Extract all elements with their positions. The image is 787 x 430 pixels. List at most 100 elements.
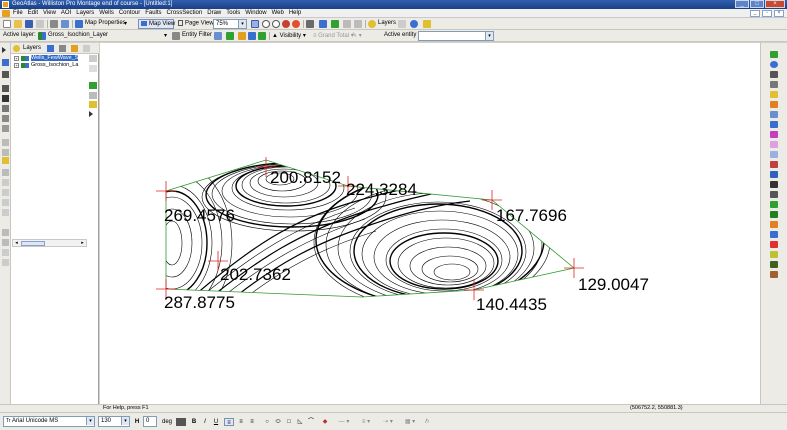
target-icon[interactable] [770, 71, 778, 78]
copy-icon[interactable] [61, 20, 69, 28]
triangle-icon[interactable] [770, 131, 778, 138]
well-marker-icon[interactable] [2, 115, 9, 122]
pan-icon[interactable] [282, 20, 290, 28]
scissor-icon[interactable] [2, 179, 9, 186]
map-view-button[interactable]: Map View [138, 19, 175, 29]
entity-filter-button[interactable]: Entity Filter [182, 32, 212, 38]
minimize-button[interactable]: _ [735, 0, 749, 8]
font-select[interactable]: Tr Arial Unicode MS ▾ [3, 416, 95, 427]
line-shape-button[interactable]: ⌒ [306, 418, 316, 426]
layer-up-icon[interactable] [89, 55, 97, 62]
well-marker[interactable] [156, 181, 176, 201]
wrench-icon[interactable] [770, 251, 778, 258]
zoom-window-icon[interactable] [251, 20, 259, 28]
brush-icon[interactable] [238, 32, 246, 40]
grand-total-button[interactable]: ≡ Grand Total ▾ [313, 32, 354, 39]
visibility-button[interactable]: ▲ Visibility ▾ [272, 32, 306, 39]
scroll-left-arrow[interactable]: ◂ [13, 240, 20, 246]
zoom-in-icon[interactable] [262, 20, 270, 28]
new-file-icon[interactable] [3, 20, 11, 28]
sun-icon[interactable] [770, 91, 778, 98]
layers-button[interactable]: Layers [378, 20, 396, 26]
chart-icon[interactable] [770, 81, 778, 88]
layer-settings-icon[interactable] [59, 45, 66, 52]
shape-icon[interactable] [248, 32, 256, 40]
eraser-icon[interactable] [2, 139, 9, 146]
table-icon[interactable] [398, 20, 406, 28]
ungroup-icon[interactable] [2, 249, 9, 256]
arrow-style-button[interactable]: ⇢ ▾ [378, 418, 398, 426]
print-preview-icon[interactable] [50, 20, 58, 28]
layer-add-icon[interactable] [71, 45, 78, 52]
menu-item-window[interactable]: Window [245, 10, 266, 16]
water-icon[interactable] [770, 231, 778, 238]
scale-icon[interactable] [2, 199, 9, 206]
grid-icon[interactable] [306, 20, 314, 28]
layer-remove-icon[interactable] [83, 45, 90, 52]
text-color-icon[interactable] [176, 418, 186, 426]
pin-icon[interactable] [770, 241, 778, 248]
underline-button[interactable]: U [211, 418, 221, 426]
globe-icon[interactable] [770, 51, 778, 58]
mdi-restore-button[interactable]: ▫ [762, 10, 772, 17]
angle-input[interactable]: 0 [143, 416, 157, 427]
rotate-icon[interactable] [2, 189, 9, 196]
page-view-button[interactable]: Page View [178, 20, 214, 27]
fill-color-button[interactable]: ◆ [320, 418, 330, 426]
help-icon[interactable] [423, 20, 431, 28]
compass-icon[interactable] [770, 191, 778, 198]
circle-tool-icon[interactable] [2, 125, 9, 132]
map-icon[interactable] [770, 211, 778, 218]
wave-icon[interactable] [770, 121, 778, 128]
layer-item[interactable]: + Wells_FewWave_S [11, 55, 87, 62]
layer-pointer-icon[interactable] [89, 111, 93, 117]
print-icon[interactable] [36, 20, 44, 28]
close-button[interactable]: × [765, 0, 785, 8]
rect-shape-button[interactable]: □ [284, 418, 294, 426]
info-icon[interactable] [410, 20, 418, 28]
menu-item-crosssection[interactable]: CrossSection [167, 10, 203, 16]
select-arrow-icon[interactable] [2, 47, 6, 53]
align-left-button[interactable]: ≡ [224, 418, 234, 426]
menu-item-aoi[interactable]: AOI [61, 10, 71, 16]
contour-tool-icon[interactable] [770, 261, 778, 268]
polygon-shape-button[interactable]: ◺ [295, 418, 305, 426]
open-folder-icon[interactable] [14, 20, 22, 28]
menu-item-view[interactable]: View [43, 10, 56, 16]
active-layer-value[interactable]: Gross_Isochion_Layer [48, 32, 108, 38]
pink-shape-icon[interactable] [770, 141, 778, 148]
menu-item-draw[interactable]: Draw [207, 10, 221, 16]
cloud-icon[interactable] [770, 111, 778, 118]
scroll-right-arrow[interactable]: ▸ [79, 240, 86, 246]
extra-format-button[interactable]: ℎ [422, 418, 432, 426]
anchor-icon[interactable] [770, 181, 778, 188]
line-width-button[interactable]: ≡ ▾ [356, 418, 376, 426]
text-tool-icon[interactable] [2, 95, 9, 102]
ellipse-shape-button[interactable]: ⬭ [273, 418, 283, 426]
redo-icon[interactable] [354, 20, 362, 28]
tree-icon[interactable] [770, 201, 778, 208]
map-properties-button[interactable]: Map Properties [85, 20, 126, 26]
color-icon[interactable] [258, 32, 266, 40]
expand-toggle[interactable]: + [14, 63, 19, 68]
zoom-select[interactable]: 75% ▾ [213, 19, 247, 29]
select-icon[interactable] [319, 20, 327, 28]
pencil-icon[interactable] [2, 85, 9, 92]
measure-icon[interactable] [2, 149, 9, 156]
warning-icon[interactable] [89, 101, 97, 108]
bold-button[interactable]: B [189, 418, 199, 426]
menu-item-layers[interactable]: Layers [76, 10, 94, 16]
menu-item-contour[interactable]: Contour [119, 10, 140, 16]
refresh-icon[interactable] [292, 20, 300, 28]
menu-item-faults[interactable]: Faults [145, 10, 161, 16]
cut-icon[interactable] [2, 169, 9, 176]
pattern-button[interactable]: ▦ ▾ [400, 418, 420, 426]
layer-properties-icon[interactable] [47, 45, 54, 52]
menu-item-file[interactable]: File [13, 10, 23, 16]
circle-shape-button[interactable]: ○ [262, 418, 272, 426]
align-icon[interactable] [2, 259, 9, 266]
layer-down-icon[interactable] [89, 65, 97, 72]
edit-icon[interactable] [331, 20, 339, 28]
palette-icon[interactable] [770, 161, 778, 168]
layer-lock-icon[interactable] [89, 92, 97, 99]
